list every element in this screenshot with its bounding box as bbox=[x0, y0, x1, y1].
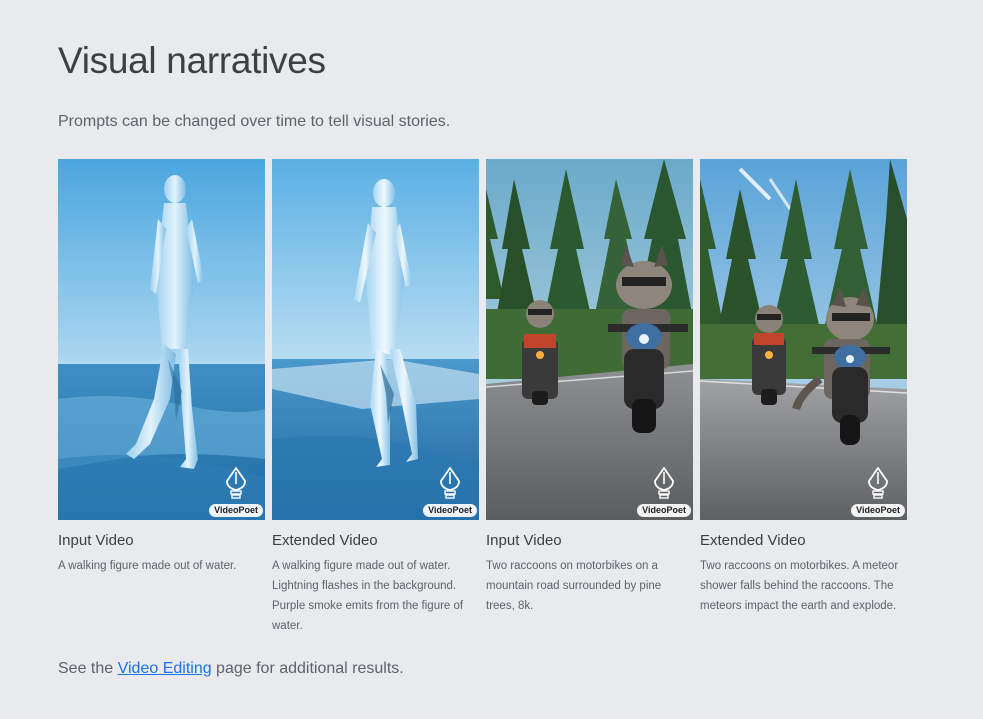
section-subtitle: Prompts can be changed over time to tell… bbox=[58, 113, 451, 130]
videopoet-badge: VideoPoet bbox=[851, 504, 905, 517]
video-card: VideoPoet Extended Video Two raccoons on… bbox=[700, 159, 907, 636]
videopoet-watermark-icon bbox=[440, 467, 460, 499]
video-player[interactable]: VideoPoet bbox=[700, 159, 907, 520]
videopoet-watermark-icon bbox=[226, 467, 246, 499]
video-description: Two raccoons on motorbikes on a mountain… bbox=[486, 560, 662, 612]
video-frame-raccoons-motorbikes bbox=[700, 159, 907, 520]
footer-prefix: See the bbox=[58, 660, 118, 677]
footer-suffix: page for additional results. bbox=[211, 660, 404, 677]
footer-note: See the Video Editing page for additiona… bbox=[58, 660, 404, 678]
video-label: Extended Video bbox=[272, 532, 378, 549]
video-card: VideoPoet Input Video Two raccoons on mo… bbox=[486, 159, 693, 636]
videopoet-watermark-icon bbox=[654, 467, 674, 499]
video-player[interactable]: VideoPoet bbox=[486, 159, 693, 520]
videopoet-badge: VideoPoet bbox=[209, 504, 263, 517]
video-description: A walking figure made out of water. Ligh… bbox=[272, 560, 464, 632]
video-card: VideoPoet Input Video A walking figure m… bbox=[58, 159, 265, 636]
video-card: VideoPoet Extended Video A walking figur… bbox=[272, 159, 479, 636]
video-label: Extended Video bbox=[700, 532, 806, 549]
video-label: Input Video bbox=[486, 532, 562, 549]
videopoet-badge: VideoPoet bbox=[637, 504, 691, 517]
video-editing-link[interactable]: Video Editing bbox=[118, 660, 212, 677]
video-frame-raccoons-motorbikes bbox=[486, 159, 693, 520]
video-label: Input Video bbox=[58, 532, 134, 549]
video-description: Two raccoons on motorbikes. A meteor sho… bbox=[700, 560, 899, 612]
videopoet-badge: VideoPoet bbox=[423, 504, 477, 517]
video-player[interactable]: VideoPoet bbox=[58, 159, 265, 520]
section-title: Visual narratives bbox=[58, 40, 326, 81]
video-player[interactable]: VideoPoet bbox=[272, 159, 479, 520]
video-description: A walking figure made out of water. bbox=[58, 560, 237, 572]
visual-narratives-section: Visual narratives Prompts can be changed… bbox=[0, 0, 983, 719]
video-grid: VideoPoet Input Video A walking figure m… bbox=[58, 159, 910, 636]
videopoet-watermark-icon bbox=[868, 467, 888, 499]
video-frame-water-figure bbox=[272, 159, 479, 520]
video-frame-water-figure bbox=[58, 159, 265, 520]
